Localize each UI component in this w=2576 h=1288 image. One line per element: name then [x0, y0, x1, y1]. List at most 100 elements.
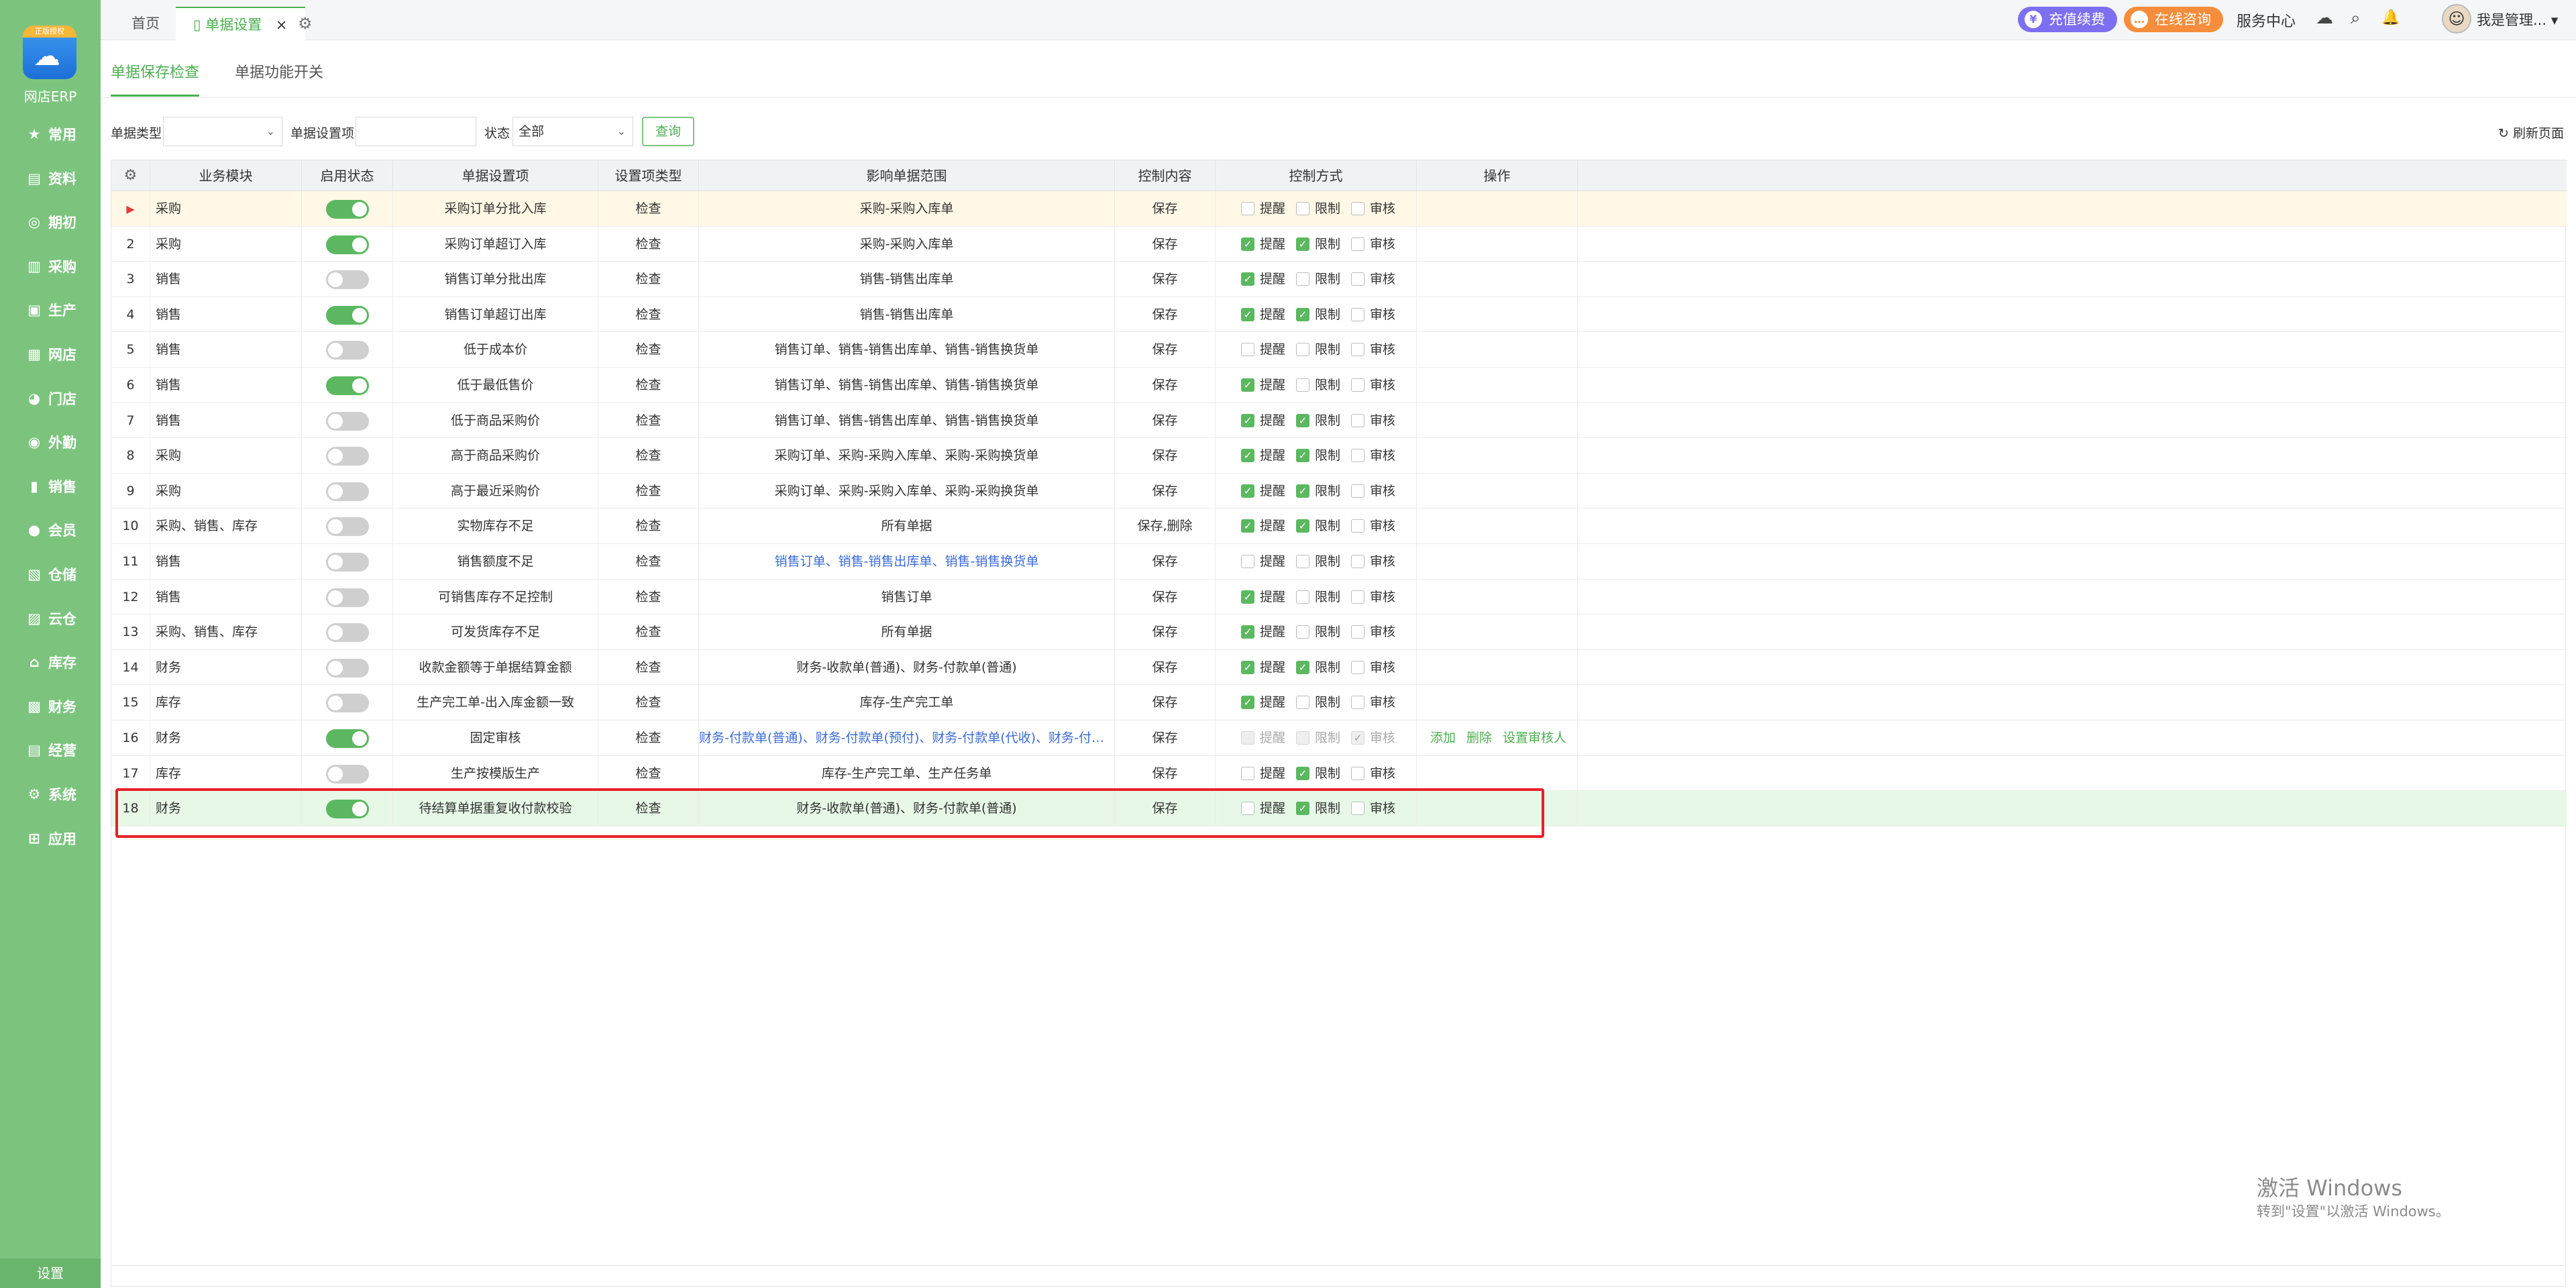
checkbox-remind[interactable]: ✓: [1241, 449, 1254, 463]
sidebar-item-shop[interactable]: ▦ 网店: [0, 337, 101, 371]
sidebar-item-finance[interactable]: ▩ 财务: [0, 690, 101, 723]
set-auditor-link[interactable]: 设置审核人: [1503, 720, 1566, 755]
tab-home[interactable]: 首页: [114, 7, 177, 40]
checkbox-audit[interactable]: [1351, 519, 1364, 533]
checkbox-limit[interactable]: [1296, 696, 1309, 710]
sidebar-item-apps[interactable]: ⊞ 应用: [0, 822, 101, 855]
enable-toggle[interactable]: [326, 235, 369, 254]
enable-toggle[interactable]: [326, 270, 369, 290]
table-row[interactable]: 16 财务 固定审核 检查 财务-付款单(普通)、财务-付款单(预付)、财务-付款单(代…: [111, 720, 2567, 756]
consult-button[interactable]: … 在线咨询: [2124, 7, 2223, 32]
add-link[interactable]: 添加: [1430, 720, 1456, 755]
table-row[interactable]: 2 采购 采购订单超订入库 检查 采购-采购入库单 保存 ✓ 提醒 ✓ 限制 审核: [111, 226, 2567, 262]
table-row[interactable]: 6 销售 低于最低售价 检查 销售订单、销售-销售出库单、销售-销售换货单 保存 ✓ 提醒 限制…: [111, 368, 2567, 403]
tab-document-settings[interactable]: ▯ 单据设置 ×: [176, 7, 305, 40]
checkbox-audit[interactable]: [1351, 625, 1364, 639]
checkbox-remind[interactable]: ✓: [1241, 590, 1254, 604]
enable-toggle[interactable]: [326, 305, 369, 325]
checkbox-audit[interactable]: [1351, 660, 1364, 674]
checkbox-audit[interactable]: [1351, 555, 1364, 568]
checkbox-limit[interactable]: [1296, 625, 1309, 639]
sidebar-item-inventory[interactable]: ⌂ 库存: [0, 645, 101, 679]
table-row[interactable]: 9 采购 高于最近采购价 检查 采购订单、采购-采购入库单、采购-采购换货单 保存 ✓ 提醒 ✓…: [111, 473, 2567, 509]
enable-toggle[interactable]: [326, 764, 369, 784]
checkbox-remind[interactable]: ✓: [1241, 378, 1254, 392]
enable-toggle[interactable]: [326, 658, 369, 678]
checkbox-remind[interactable]: ✓: [1241, 484, 1254, 498]
sidebar-item-field[interactable]: ◉ 外勤: [0, 425, 101, 459]
enable-toggle[interactable]: [326, 200, 369, 219]
checkbox-remind[interactable]: [1241, 555, 1254, 568]
enable-toggle[interactable]: [326, 553, 369, 572]
checkbox-audit[interactable]: [1351, 307, 1364, 321]
checkbox-limit[interactable]: [1296, 590, 1309, 604]
checkbox-remind[interactable]: ✓: [1241, 625, 1254, 639]
doc-type-select[interactable]: ⌄: [163, 117, 282, 146]
enable-toggle[interactable]: [326, 517, 369, 537]
app-logo[interactable]: 正版授权 ☁: [23, 25, 76, 79]
checkbox-remind[interactable]: ✓: [1241, 272, 1254, 286]
enable-toggle[interactable]: [326, 447, 369, 466]
sidebar-item-star[interactable]: ★ 常用: [0, 117, 101, 151]
checkbox-audit[interactable]: [1351, 237, 1364, 251]
checkbox-audit[interactable]: [1351, 766, 1364, 780]
checkbox-limit[interactable]: ✓: [1296, 413, 1309, 427]
checkbox-audit[interactable]: [1351, 378, 1364, 392]
enable-toggle[interactable]: [326, 482, 369, 501]
enable-toggle[interactable]: [326, 411, 369, 431]
checkbox-remind[interactable]: ✓: [1241, 660, 1254, 674]
checkbox-remind[interactable]: [1241, 343, 1254, 357]
checkbox-limit[interactable]: ✓: [1296, 449, 1309, 463]
avatar[interactable]: ☺: [2442, 4, 2471, 34]
enable-toggle[interactable]: [326, 729, 369, 748]
checkbox-remind[interactable]: [1241, 766, 1254, 780]
checkbox-audit[interactable]: [1351, 449, 1364, 463]
item-input[interactable]: [356, 117, 476, 146]
checkbox-limit[interactable]: [1296, 555, 1309, 568]
checkbox-limit[interactable]: ✓: [1296, 307, 1309, 321]
checkbox-limit[interactable]: [1296, 343, 1309, 357]
delete-link[interactable]: 删除: [1466, 720, 1492, 755]
search-icon[interactable]: ⌕: [2351, 8, 2361, 29]
sidebar-item-sales[interactable]: ▮ 销售: [0, 470, 101, 503]
checkbox-audit[interactable]: [1351, 413, 1364, 427]
checkbox-limit[interactable]: ✓: [1296, 660, 1309, 674]
checkbox-remind[interactable]: ✓: [1241, 237, 1254, 251]
checkbox-audit[interactable]: [1351, 343, 1364, 357]
tab-function-switch[interactable]: 单据功能开关: [235, 60, 323, 97]
checkbox-limit[interactable]: [1296, 202, 1309, 215]
sidebar-item-system[interactable]: ⚙ 系统: [0, 777, 101, 811]
close-icon[interactable]: ×: [276, 17, 288, 33]
checkbox-audit[interactable]: [1351, 696, 1364, 710]
checkbox-limit[interactable]: [1296, 378, 1309, 392]
checkbox-remind[interactable]: ✓: [1241, 307, 1254, 321]
cloud-sync-icon[interactable]: ☁: [2316, 8, 2333, 28]
table-row[interactable]: 12 销售 可销售库存不足控制 检查 销售订单 保存 ✓ 提醒 限制 审核: [111, 579, 2567, 615]
table-row[interactable]: ▶ 采购 采购订单分批入库 检查 采购-采购入库单 保存 提醒 限制 审核: [111, 191, 2567, 227]
enable-toggle[interactable]: [326, 376, 369, 395]
table-row[interactable]: 4 销售 销售订单超订出库 检查 销售-销售出库单 保存 ✓ 提醒 ✓ 限制 审核: [111, 297, 2567, 333]
enable-toggle[interactable]: [326, 623, 369, 643]
bell-icon[interactable]: 🔔: [2381, 9, 2400, 26]
table-row[interactable]: 5 销售 低于成本价 检查 销售订单、销售-销售出库单、销售-销售换货单 保存 提醒 限制 审核: [111, 332, 2567, 368]
table-row[interactable]: 14 财务 收款金额等于单据结算金额 检查 财务-收款单(普通)、财务-付款单(普通) 保…: [111, 649, 2567, 686]
sidebar-item-cloud-warehouse[interactable]: ▨ 云仓: [0, 602, 101, 635]
user-menu[interactable]: 我是管理... ▾: [2477, 9, 2558, 30]
checkbox-remind[interactable]: ✓: [1241, 519, 1254, 533]
checkbox-remind[interactable]: ✓: [1241, 413, 1254, 427]
status-select[interactable]: 全部 ⌄: [513, 117, 633, 146]
checkbox-limit[interactable]: [1296, 272, 1309, 286]
scope-cell[interactable]: 销售订单、销售-销售出库单、销售-销售换货单: [699, 544, 1115, 579]
query-button[interactable]: 查询: [642, 117, 694, 146]
sidebar-item-target[interactable]: ◎ 期初: [0, 205, 101, 239]
checkbox-remind[interactable]: ✓: [1241, 696, 1254, 710]
sidebar-item-warehouse[interactable]: ▧ 仓储: [0, 557, 101, 591]
checkbox-audit[interactable]: [1351, 590, 1364, 604]
sidebar-item-business[interactable]: ▤ 经营: [0, 733, 101, 767]
table-row[interactable]: 13 采购、销售、库存 可发货库存不足 检查 所有单据 保存 ✓ 提醒 限制 审核: [111, 614, 2567, 650]
checkbox-audit[interactable]: [1351, 202, 1364, 215]
table-row[interactable]: 15 库存 生产完工单-出入库金额一致 检查 库存-生产完工单 保存 ✓ 提醒 限制 审核: [111, 685, 2567, 720]
table-row[interactable]: 17 库存 生产按模版生产 检查 库存-生产完工单、生产任务单 保存 提醒 ✓ 限制 审核: [111, 755, 2567, 792]
enable-toggle[interactable]: [326, 341, 369, 360]
table-row[interactable]: 11 销售 销售额度不足 检查 销售订单、销售-销售出库单、销售-销售换货单 保存 提醒 限制…: [111, 544, 2567, 580]
